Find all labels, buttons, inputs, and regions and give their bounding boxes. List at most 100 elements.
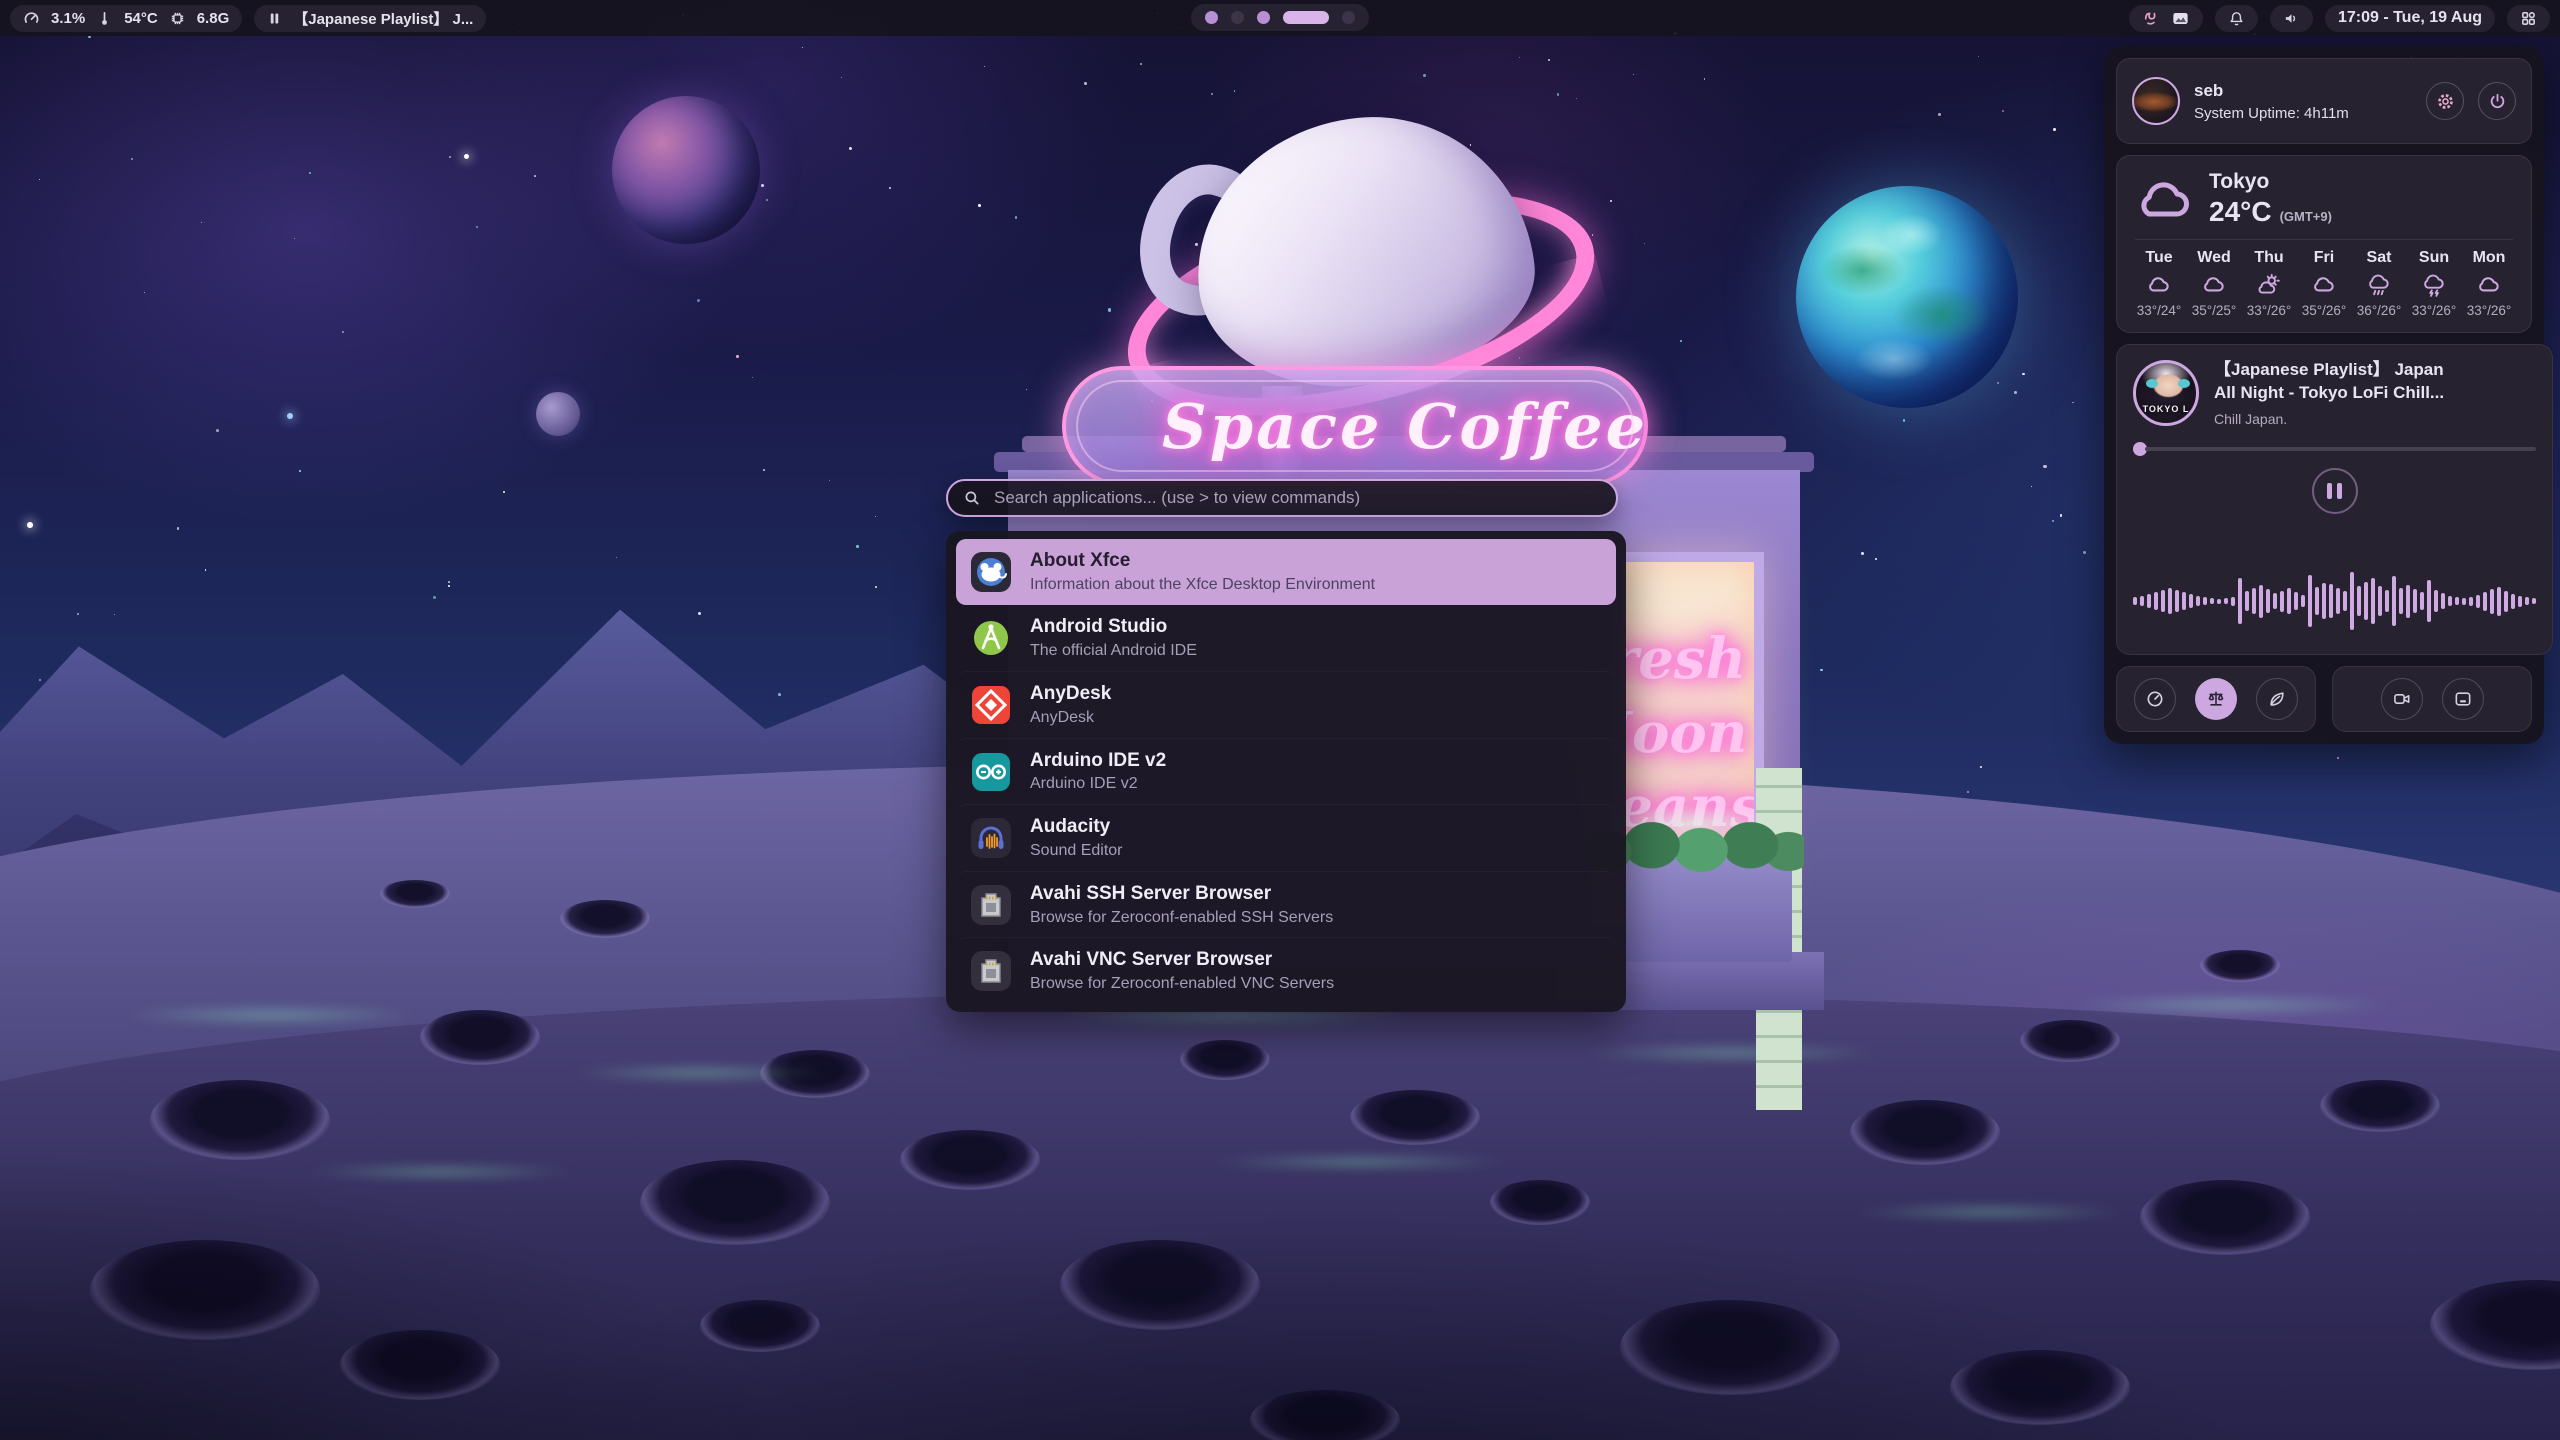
desktop: Fresh Moon Beans Space Coffee <box>0 0 2560 1440</box>
app-results-list: About Xfce Information about the Xfce De… <box>946 531 1626 1012</box>
app-title: AnyDesk <box>1030 683 1111 706</box>
weather-city: Tokyo <box>2209 170 2332 194</box>
chip-icon <box>169 10 186 27</box>
seek-bar[interactable] <box>2133 442 2536 456</box>
track-subtitle: Chill Japan. <box>2214 411 2452 427</box>
gear-icon <box>2436 92 2455 111</box>
divider <box>2135 239 2513 240</box>
forecast-day: Sun 33°/26° <box>2410 249 2458 318</box>
network-port-icon <box>969 883 1013 927</box>
cloud-icon <box>2476 272 2502 298</box>
storm-cloud-icon <box>2421 272 2447 298</box>
settings-button[interactable] <box>2426 82 2464 120</box>
now-playing-pill[interactable]: 【Japanese Playlist】 J... <box>254 5 486 32</box>
forecast-day: Tue 33°/24° <box>2135 249 2183 318</box>
username: seb <box>2194 81 2412 101</box>
app-row-android-studio[interactable]: Android Studio The official Android IDE <box>956 605 1616 672</box>
app-title: Audacity <box>1030 816 1123 839</box>
top-bar: 3.1% 54°C 6.8G 【Japanese Playlist】 J... <box>0 0 2560 36</box>
notifications-pill[interactable] <box>2215 5 2258 32</box>
music-player-card: TOKYO L 【Japanese Playlist】 Japan All Ni… <box>2116 344 2553 655</box>
app-grid-icon <box>2520 10 2537 27</box>
forecast-day: Thu 33°/26° <box>2245 249 2293 318</box>
app-row-about-xfce[interactable]: About Xfce Information about the Xfce De… <box>956 539 1616 605</box>
cpu-temp-value: 54°C <box>124 10 158 27</box>
workspace-dot[interactable] <box>1231 11 1244 24</box>
tray-pill <box>2129 5 2203 32</box>
volume-pill[interactable] <box>2270 5 2313 32</box>
pause-icon <box>2327 483 2332 499</box>
app-row-arduino[interactable]: Arduino IDE v2 Arduino IDE v2 <box>956 738 1616 805</box>
clock-text: 17:09 - Tue, 19 Aug <box>2338 9 2482 27</box>
app-grid-pill[interactable] <box>2507 5 2550 32</box>
powersave-mode-button[interactable] <box>2256 678 2298 720</box>
performance-mode-button[interactable] <box>2134 678 2176 720</box>
weather-temp: 24°C <box>2209 196 2272 228</box>
app-title: Android Studio <box>1030 616 1197 639</box>
screen-record-button[interactable] <box>2381 678 2423 720</box>
app-subtitle: Browse for Zeroconf-enabled SSH Servers <box>1030 909 1333 927</box>
arduino-icon <box>969 750 1013 794</box>
uptime-text: System Uptime: 4h11m <box>2194 105 2412 122</box>
clock-pill[interactable]: 17:09 - Tue, 19 Aug <box>2325 5 2495 32</box>
workspace-dot[interactable] <box>1257 11 1270 24</box>
pause-icon <box>267 11 282 26</box>
dashboard-panel: seb System Uptime: 4h11m Tokyo 24°C (GMT… <box>2104 46 2544 744</box>
search-input[interactable] <box>992 487 1601 509</box>
gauge-icon <box>2145 689 2165 709</box>
search-icon <box>963 489 981 507</box>
tray-app-icon[interactable] <box>2142 9 2160 27</box>
app-row-avahi-ssh[interactable]: Avahi SSH Server Browser Browse for Zero… <box>956 871 1616 938</box>
app-title: About Xfce <box>1030 550 1375 573</box>
workspace-dot[interactable] <box>1342 11 1355 24</box>
audio-visualizer <box>2133 558 2536 644</box>
leaf-icon <box>2267 689 2287 709</box>
app-row-avahi-vnc[interactable]: Avahi VNC Server Browser Browse for Zero… <box>956 937 1616 1004</box>
weather-card: Tokyo 24°C (GMT+9) Tue 33°/24° Wed <box>2116 155 2532 333</box>
memory-usage-value: 6.8G <box>197 10 230 27</box>
app-subtitle: AnyDesk <box>1030 709 1111 727</box>
system-stats-pill: 3.1% 54°C 6.8G <box>10 5 242 32</box>
now-playing-text: 【Japanese Playlist】 J... <box>293 8 473 29</box>
scales-icon <box>2206 689 2226 709</box>
workspace-dot[interactable] <box>1205 11 1218 24</box>
weather-timezone: (GMT+9) <box>2280 209 2332 224</box>
audacity-icon <box>969 816 1013 860</box>
balanced-mode-button[interactable] <box>2195 678 2237 720</box>
android-studio-icon <box>969 616 1013 660</box>
capture-card <box>2332 666 2532 732</box>
app-row-audacity[interactable]: Audacity Sound Editor <box>956 804 1616 871</box>
app-row-anydesk[interactable]: AnyDesk AnyDesk <box>956 671 1616 738</box>
seek-track[interactable] <box>2145 447 2536 451</box>
user-card: seb System Uptime: 4h11m <box>2116 58 2532 144</box>
forecast-day: Fri 35°/26° <box>2300 249 2348 318</box>
rain-cloud-icon <box>2366 272 2392 298</box>
power-button[interactable] <box>2478 82 2516 120</box>
forecast-day: Sat 36°/26° <box>2355 249 2403 318</box>
screenshot-button[interactable] <box>2442 678 2484 720</box>
bell-icon <box>2228 10 2245 27</box>
thermometer-icon <box>96 10 113 27</box>
app-subtitle: The official Android IDE <box>1030 642 1197 660</box>
forecast-day: Wed 35°/25° <box>2190 249 2238 318</box>
app-title: Avahi VNC Server Browser <box>1030 949 1334 972</box>
app-title: Avahi SSH Server Browser <box>1030 883 1333 906</box>
play-pause-button[interactable] <box>2312 468 2358 514</box>
power-icon <box>2488 92 2507 111</box>
app-search-bar[interactable] <box>946 479 1618 517</box>
app-subtitle: Browse for Zeroconf-enabled VNC Servers <box>1030 975 1334 993</box>
cpu-usage-value: 3.1% <box>51 10 85 27</box>
wallpaper-icon[interactable] <box>2171 9 2190 28</box>
cloud-icon <box>2135 176 2193 222</box>
app-subtitle: Information about the Xfce Desktop Envir… <box>1030 576 1375 594</box>
workspace-dot-active[interactable] <box>1283 11 1329 24</box>
workspace-switcher <box>1191 4 1369 31</box>
app-title: Arduino IDE v2 <box>1030 750 1166 773</box>
anydesk-icon <box>969 683 1013 727</box>
sun-cloud-icon <box>2256 272 2282 298</box>
avatar <box>2132 77 2180 125</box>
app-subtitle: Sound Editor <box>1030 842 1123 860</box>
forecast-row: Tue 33°/24° Wed 35°/25° Thu 33°/26° Fri <box>2135 249 2513 318</box>
screenshot-icon <box>2453 689 2473 709</box>
cloud-icon <box>2146 272 2172 298</box>
